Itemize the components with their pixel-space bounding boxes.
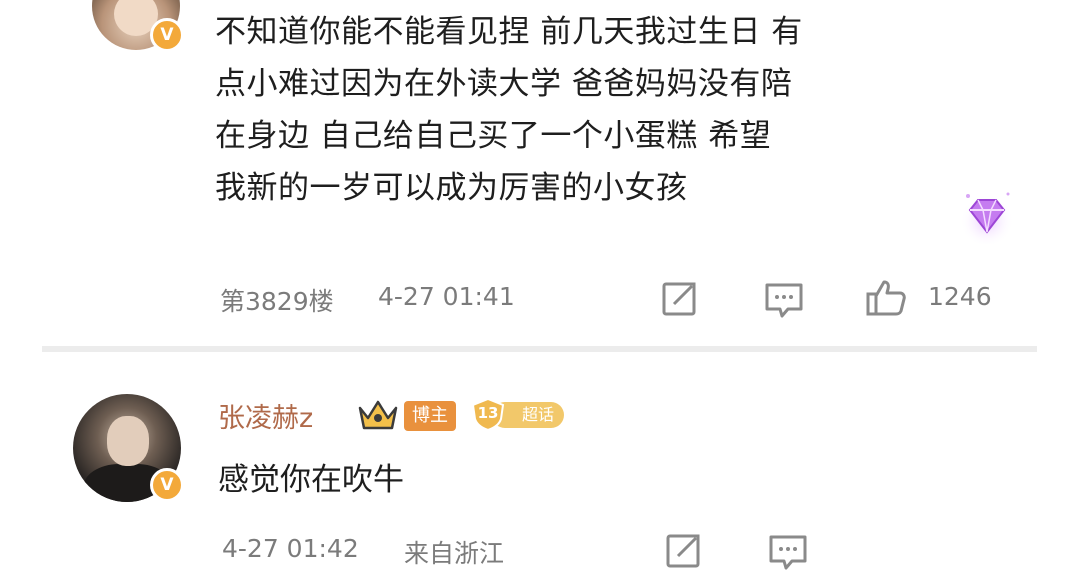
thumbs-up-icon[interactable]: [864, 276, 908, 320]
floor-number: 第3829楼: [220, 287, 334, 316]
share-icon[interactable]: [662, 528, 706, 572]
comment-line: 我新的一岁可以成为厉害的小女孩: [215, 170, 688, 206]
diamond-gem-icon: [958, 186, 1016, 245]
comment-text: 不知道你能不能看见捏 前几天我过生日 有 点小难过因为在外读大学 爸爸妈妈没有陪…: [215, 6, 985, 214]
verified-badge-icon: V: [150, 18, 184, 52]
fade-overlay: [870, 520, 1080, 587]
like-count: 1246: [928, 282, 992, 311]
comment-text: 感觉你在吹牛: [218, 462, 404, 498]
comment-icon[interactable]: [762, 278, 806, 322]
comment-line: 点小难过因为在外读大学 爸爸妈妈没有陪: [215, 66, 793, 102]
avatar-face: [107, 416, 149, 466]
comment-location: 来自浙江: [404, 539, 505, 568]
divider: [42, 346, 1037, 352]
share-icon[interactable]: [658, 276, 702, 320]
crown-icon: [356, 394, 400, 434]
fan-level: 13: [477, 404, 499, 422]
owner-badge: 博主: [404, 401, 456, 431]
comment-line: 不知道你能不能看见捏 前几天我过生日 有: [215, 14, 803, 50]
comment-time: 4-27 01:42: [222, 534, 359, 563]
fan-level-badge[interactable]: 超话 13: [470, 397, 566, 431]
comment-icon[interactable]: [766, 530, 810, 574]
comment-line: 在身边 自己给自己买了一个小蛋糕 希望: [215, 118, 772, 154]
comment-time: 4-27 01:41: [378, 282, 515, 311]
username-link[interactable]: 张凌赫z: [218, 396, 313, 435]
verified-badge-icon: V: [150, 468, 184, 502]
